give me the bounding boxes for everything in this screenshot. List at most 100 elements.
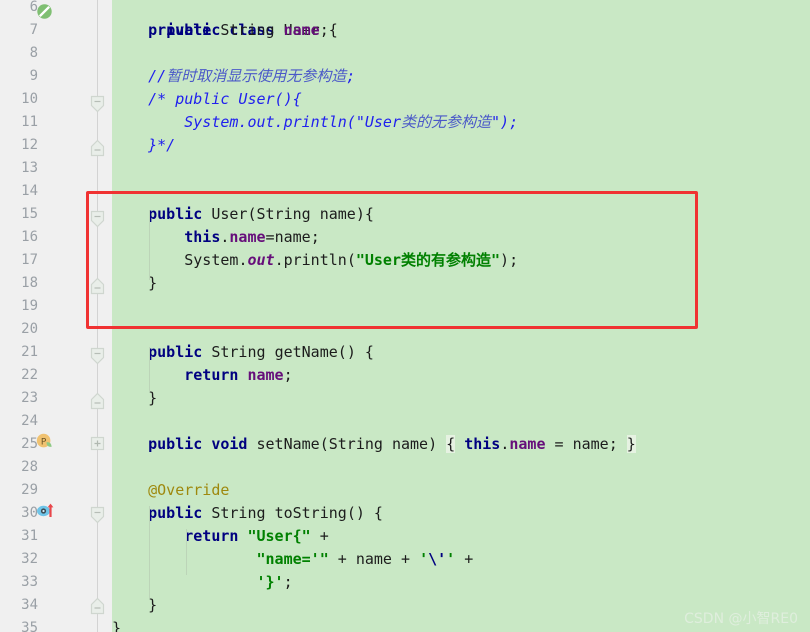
code-line[interactable]: this.name=name; (112, 226, 320, 249)
code-line[interactable]: //暂时取消显示使用无参构造; (112, 65, 355, 88)
code-line[interactable]: } (112, 594, 157, 617)
fold-region-end-icon[interactable] (90, 392, 105, 410)
line-number: 20 (21, 321, 38, 337)
fold-region-end-icon[interactable] (90, 277, 105, 295)
code-line[interactable]: return "User{" + (112, 525, 329, 548)
code-line[interactable]: }*/ (112, 134, 175, 157)
line-number: 9 (29, 68, 38, 84)
gutter-line[interactable]: 14 (0, 180, 86, 203)
gutter-line[interactable]: 28 (0, 456, 86, 479)
code-line-text: System.out.println("User类的有参构造"); (184, 251, 519, 269)
line-number: 24 (21, 413, 38, 429)
line-number: 33 (21, 574, 38, 590)
line-number: 21 (21, 344, 38, 360)
code-line-text: //暂时取消显示使用无参构造; (148, 67, 356, 85)
gutter-line[interactable]: 18 (0, 272, 86, 295)
code-line-text: } (112, 619, 122, 632)
java-bean-class-icon[interactable] (36, 3, 53, 20)
gutter-line[interactable]: 10 (0, 88, 86, 111)
code-line[interactable]: } (112, 617, 121, 632)
expand-folded-region-icon[interactable] (90, 436, 105, 454)
overriding-method-icon[interactable] (36, 502, 54, 519)
code-line-text: this.name=name; (184, 228, 320, 246)
line-number: 18 (21, 275, 38, 291)
code-line[interactable]: } (112, 272, 157, 295)
gutter-line[interactable]: 31 (0, 525, 86, 548)
code-line[interactable]: } (112, 387, 157, 410)
line-number: 8 (29, 45, 38, 61)
line-number: 28 (21, 459, 38, 475)
gutter-line[interactable]: 23 (0, 387, 86, 410)
code-line[interactable]: public class User { (112, 0, 338, 39)
gutter-line[interactable]: 11 (0, 111, 86, 134)
line-number: 12 (21, 137, 38, 153)
line-number: 16 (21, 229, 38, 245)
gutter-line[interactable]: 12 (0, 134, 86, 157)
editor-gutter[interactable]: 6 7 8 9 10 11 12 13 14 15 16 17 18 19 20… (0, 0, 86, 632)
gutter-line[interactable]: 34 (0, 594, 86, 617)
fold-region-end-icon[interactable] (90, 597, 105, 615)
gutter-line[interactable]: 22 (0, 364, 86, 387)
line-number: 15 (21, 206, 38, 222)
indent-guide (149, 506, 150, 598)
indent-guide (149, 347, 150, 392)
gutter-line[interactable]: 24 (0, 410, 86, 433)
gutter-line[interactable]: 29 (0, 479, 86, 502)
code-line-text: } (148, 274, 158, 292)
code-line-text: }*/ (148, 136, 176, 154)
line-number: 23 (21, 390, 38, 406)
fold-region-start-icon[interactable] (90, 347, 105, 365)
code-line[interactable]: @Override (112, 479, 229, 502)
gutter-line[interactable]: 21 (0, 341, 86, 364)
fold-region-start-icon[interactable] (90, 95, 105, 113)
property-setter-icon[interactable]: P (36, 433, 53, 450)
code-line[interactable]: public User(String name){ (112, 203, 374, 226)
indent-guide (149, 210, 150, 280)
code-line-text: @Override (148, 481, 230, 499)
code-line-text: '}'; (256, 573, 293, 591)
code-line-text: } (148, 389, 158, 407)
svg-text:P: P (41, 437, 47, 447)
gutter-line[interactable]: 9 (0, 65, 86, 88)
gutter-line[interactable]: 33 (0, 571, 86, 594)
code-line-text: return "User{" + (184, 527, 329, 545)
code-line[interactable]: System.out.println("User类的无参构造"); (112, 111, 518, 134)
fold-region-end-icon[interactable] (90, 139, 105, 157)
code-content[interactable]: public class User { private String name;… (112, 0, 810, 632)
gutter-line[interactable]: 17 (0, 249, 86, 272)
gutter-line[interactable]: 35 (0, 617, 86, 632)
code-line[interactable]: System.out.println("User类的有参构造"); (112, 249, 518, 272)
fold-region-start-icon[interactable] (90, 506, 105, 524)
code-line[interactable]: public String getName() { (112, 341, 374, 364)
line-number: 35 (21, 620, 38, 632)
gutter-line[interactable]: 20 (0, 318, 86, 341)
gutter-line[interactable]: 13 (0, 157, 86, 180)
code-folding-strip[interactable] (86, 0, 112, 632)
gutter-line[interactable]: 19 (0, 295, 86, 318)
code-line-text: public User(String name){ (148, 205, 374, 223)
gutter-line[interactable]: 32 (0, 548, 86, 571)
code-line[interactable]: '}'; (112, 571, 293, 594)
line-number: 29 (21, 482, 38, 498)
gutter-line[interactable]: 16 (0, 226, 86, 249)
code-line[interactable]: return name; (112, 364, 293, 387)
code-line-text: public void setName(String name) { this.… (148, 435, 636, 453)
code-line[interactable]: public void setName(String name) { this.… (112, 433, 636, 456)
code-line-text: public String getName() { (148, 343, 374, 361)
code-line-text: return name; (184, 366, 293, 384)
code-editor[interactable]: 6 7 8 9 10 11 12 13 14 15 16 17 18 19 20… (0, 0, 810, 632)
code-line[interactable]: private String name; (112, 19, 329, 42)
line-number: 17 (21, 252, 38, 268)
code-line[interactable]: /* public User(){ (112, 88, 302, 111)
code-line[interactable]: "name='" + name + '\'' + (112, 548, 474, 571)
code-line-text: private String name; (148, 21, 329, 39)
gutter-line[interactable]: 8 (0, 42, 86, 65)
line-number: 32 (21, 551, 38, 567)
line-number: 34 (21, 597, 38, 613)
code-line[interactable]: public String toString() { (112, 502, 383, 525)
gutter-line[interactable]: 15 (0, 203, 86, 226)
line-number: 19 (21, 298, 38, 314)
code-line-text: } (148, 596, 158, 614)
gutter-line[interactable]: 7 (0, 19, 86, 42)
fold-region-start-icon[interactable] (90, 210, 105, 228)
